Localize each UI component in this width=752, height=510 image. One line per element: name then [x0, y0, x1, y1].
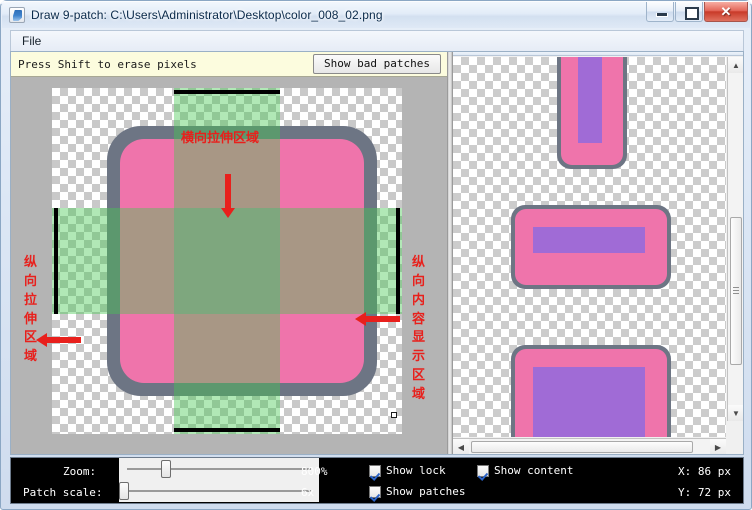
horizontal-scroll-thumb[interactable]	[471, 441, 693, 453]
annotation-vertical-stretch: 纵向拉伸区域	[23, 254, 38, 367]
patch-marker-left[interactable]	[54, 208, 58, 314]
scroll-right-icon[interactable]: ▶	[710, 439, 726, 454]
checkbox-show-patches[interactable]: Show patches	[369, 485, 465, 498]
preview-content	[533, 367, 645, 437]
checkbox-show-content[interactable]: Show content	[477, 464, 573, 477]
ninepatch-image[interactable]	[52, 88, 402, 434]
checkbox-icon	[369, 465, 381, 477]
application-window: Draw 9-patch: C:\Users\Administrator\Des…	[0, 0, 752, 510]
patch-marker-bottom[interactable]	[174, 428, 280, 432]
zoom-max-label: 800%	[301, 465, 328, 478]
checkbox-show-lock[interactable]: Show lock	[369, 464, 446, 477]
patch-scale-slider-track	[127, 490, 311, 492]
checkbox-label: Show lock	[386, 464, 446, 477]
preview-horizontal-scrollbar[interactable]: ◀ ▶	[453, 438, 726, 454]
scroll-up-icon[interactable]: ▲	[728, 57, 743, 73]
patch-scale-slider-thumb[interactable]	[119, 482, 129, 500]
title-bar: Draw 9-patch: C:\Users\Administrator\Des…	[2, 2, 750, 28]
vertical-scroll-thumb[interactable]	[730, 217, 742, 365]
preview-vertical-scrollbar[interactable]: ▲ ▼	[727, 57, 743, 421]
annotation-arrow-left	[47, 337, 81, 343]
scroll-down-icon[interactable]: ▼	[728, 405, 743, 421]
checkbox-label: Show patches	[386, 485, 465, 498]
status-bar: Zoom: 100% 800% Patch scale: 2x 6x Show …	[10, 457, 744, 504]
patch-scale-max-label: 6x	[301, 486, 314, 499]
patch-scale-label: Patch scale:	[23, 486, 102, 499]
editor-toolbar: Press Shift to erase pixels Show bad pat…	[11, 52, 447, 77]
window-title: Draw 9-patch: C:\Users\Administrator\Des…	[31, 8, 383, 22]
zoom-slider[interactable]	[119, 458, 319, 480]
maximize-button[interactable]	[675, 2, 703, 22]
preview-header	[453, 52, 743, 56]
minimize-button[interactable]	[646, 2, 674, 22]
preview-content	[578, 57, 602, 143]
app-java-icon	[9, 7, 25, 23]
cursor-y-coordinate: Y: 72 px	[678, 486, 731, 499]
preview-item-tall	[557, 57, 627, 169]
close-button[interactable]: ✕	[704, 2, 748, 22]
zoom-slider-track	[127, 468, 311, 470]
patch-scale-slider[interactable]	[119, 480, 319, 502]
menu-bar: File	[10, 30, 744, 51]
patch-marker-right[interactable]	[396, 208, 400, 314]
ninepatch-editor-pane: Press Shift to erase pixels Show bad pat…	[11, 52, 447, 454]
checkbox-icon	[477, 465, 489, 477]
annotation-arrow-top	[225, 174, 231, 208]
menu-item-file[interactable]: File	[14, 32, 49, 50]
patch-marker-top[interactable]	[174, 90, 280, 94]
preview-item-large	[511, 345, 671, 437]
main-content: Press Shift to erase pixels Show bad pat…	[10, 51, 744, 455]
preview-canvas	[453, 57, 726, 437]
preview-pane: ▲ ▼ ◀ ▶	[453, 52, 743, 454]
checkbox-label: Show content	[494, 464, 573, 477]
checkbox-icon	[369, 486, 381, 498]
shift-hint-label: Press Shift to erase pixels	[18, 58, 197, 71]
editor-canvas[interactable]: 横向拉伸区域 纵向拉伸区域 纵向内容显示区域 横向内容显示区域	[11, 78, 447, 454]
preview-item-wide	[511, 205, 671, 289]
annotation-vertical-content: 纵向内容显示区域	[411, 254, 426, 405]
annotation-arrow-right	[366, 316, 400, 322]
preview-content	[533, 227, 645, 253]
lock-indicator-dot	[391, 412, 397, 418]
scroll-left-icon[interactable]: ◀	[453, 439, 469, 454]
stretch-band-horizontal	[52, 208, 402, 314]
zoom-slider-thumb[interactable]	[161, 460, 171, 478]
show-bad-patches-button[interactable]: Show bad patches	[313, 54, 441, 74]
cursor-x-coordinate: X: 86 px	[678, 465, 731, 478]
window-controls: ✕	[646, 2, 748, 22]
zoom-label: Zoom:	[63, 465, 96, 478]
close-icon: ✕	[705, 2, 747, 21]
